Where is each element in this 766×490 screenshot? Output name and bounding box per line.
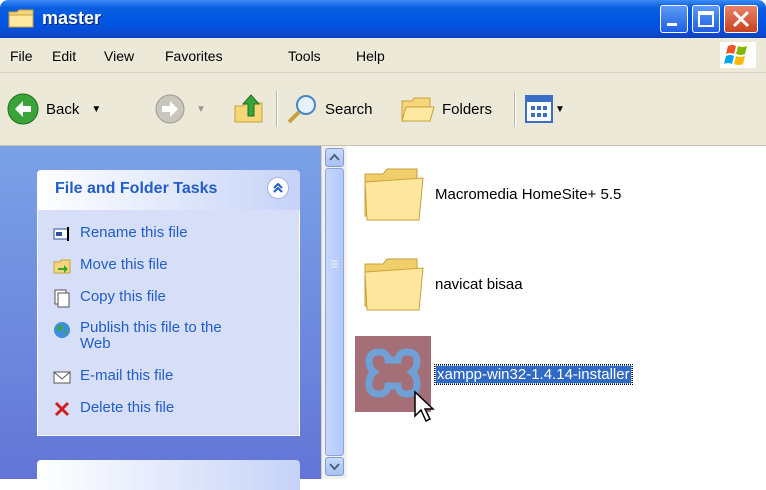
up-folder-button[interactable] xyxy=(232,89,266,129)
task-link-label: E-mail this file xyxy=(80,367,174,384)
task-panel-title: File and Folder Tasks xyxy=(55,180,218,197)
forward-arrow-icon xyxy=(155,94,185,124)
copy-icon xyxy=(54,289,70,308)
search-label: Search xyxy=(325,100,373,118)
maximize-icon xyxy=(698,11,714,27)
folder-icon xyxy=(364,168,424,221)
scroll-down-button[interactable] xyxy=(325,457,344,476)
back-label: Back xyxy=(46,100,80,118)
move-file-link[interactable]: Move this file xyxy=(52,256,168,276)
menu-tools[interactable]: Tools xyxy=(288,48,321,64)
rename-file-link[interactable]: Rename this file xyxy=(52,224,188,244)
delete-icon xyxy=(54,401,70,417)
folder-icon xyxy=(364,258,424,311)
email-icon xyxy=(53,371,71,384)
views-icon xyxy=(525,95,553,123)
file-name: Macromedia HomeSite+ 5.5 xyxy=(435,185,622,203)
file-item-selected[interactable]: xampp-win32-1.4.14-installer xyxy=(355,336,633,412)
menu-help[interactable]: Help xyxy=(356,48,385,64)
chevron-down-icon xyxy=(329,463,340,471)
task-link-label: Delete this file xyxy=(80,399,175,416)
task-link-label: Copy this file xyxy=(80,288,166,305)
window-title: master xyxy=(42,8,102,28)
menu-file[interactable]: File xyxy=(10,48,33,64)
publish-web-icon xyxy=(54,322,70,338)
menu-favorites[interactable]: Favorites xyxy=(165,48,223,64)
email-file-link[interactable]: E-mail this file xyxy=(52,367,173,387)
task-link-label: Publish this file to the Web xyxy=(80,319,222,352)
publish-web-link[interactable]: Publish this file to the Web xyxy=(52,320,232,352)
close-icon xyxy=(732,10,750,28)
delete-file-link[interactable]: Delete this file xyxy=(52,399,174,419)
search-icon xyxy=(287,95,316,124)
chevron-up-icon xyxy=(329,153,340,161)
chevron-down-icon[interactable]: ▼ xyxy=(555,104,565,115)
move-icon xyxy=(53,259,71,274)
rename-icon xyxy=(53,227,69,241)
folders-label: Folders xyxy=(442,100,493,118)
up-folder-icon xyxy=(234,94,263,123)
menu-view[interactable]: View xyxy=(104,48,134,64)
task-panel-header[interactable]: File and Folder Tasks xyxy=(37,170,300,210)
menu-edit[interactable]: Edit xyxy=(52,48,76,64)
collapse-button[interactable] xyxy=(267,177,289,199)
file-item-folder[interactable]: navicat bisaa xyxy=(361,254,523,314)
minimize-icon xyxy=(667,23,677,26)
vertical-scrollbar[interactable] xyxy=(321,146,347,479)
task-link-label: Rename this file xyxy=(80,224,188,241)
grip-icon xyxy=(331,260,338,268)
back-arrow-icon xyxy=(7,93,39,125)
toolbar-separator xyxy=(514,91,516,127)
maximize-button[interactable] xyxy=(692,5,720,33)
toolbar-separator xyxy=(276,91,278,127)
folders-icon xyxy=(401,97,435,122)
minimize-button[interactable] xyxy=(660,5,688,33)
close-button[interactable] xyxy=(724,5,758,33)
task-panel-body: Rename this file Move this file Copy thi… xyxy=(37,210,300,436)
chevron-up-icon xyxy=(273,182,283,193)
scroll-thumb[interactable] xyxy=(325,168,344,456)
windows-logo-icon xyxy=(720,42,756,68)
toolbar: Back ▼ ▼ Search Folders ▼ xyxy=(0,73,766,146)
forward-button[interactable]: ▼ xyxy=(154,89,206,129)
file-item-folder[interactable]: Macromedia HomeSite+ 5.5 xyxy=(361,164,621,224)
file-name: xampp-win32-1.4.14-installer xyxy=(434,363,633,385)
task-pane: File and Folder Tasks Rename this file M… xyxy=(0,146,321,490)
menu-bar: File Edit View Favorites Tools Help xyxy=(0,38,766,73)
views-button[interactable]: ▼ xyxy=(525,89,565,129)
copy-file-link[interactable]: Copy this file xyxy=(52,288,166,308)
title-bar[interactable]: master xyxy=(0,0,766,38)
cursor-arrow-icon xyxy=(414,390,435,423)
task-panel-header-2[interactable] xyxy=(37,460,300,490)
search-button[interactable]: Search xyxy=(285,89,373,129)
file-name: navicat bisaa xyxy=(435,275,523,293)
folder-icon xyxy=(8,9,34,28)
back-button[interactable]: Back ▼ xyxy=(6,89,101,129)
folders-button[interactable]: Folders xyxy=(400,89,492,129)
task-link-label: Move this file xyxy=(80,256,168,273)
file-list: Macromedia HomeSite+ 5.5 navicat bisaa x… xyxy=(347,146,766,479)
chevron-down-icon[interactable]: ▼ xyxy=(196,104,206,115)
scroll-up-button[interactable] xyxy=(325,148,344,167)
chevron-down-icon[interactable]: ▼ xyxy=(91,104,101,115)
